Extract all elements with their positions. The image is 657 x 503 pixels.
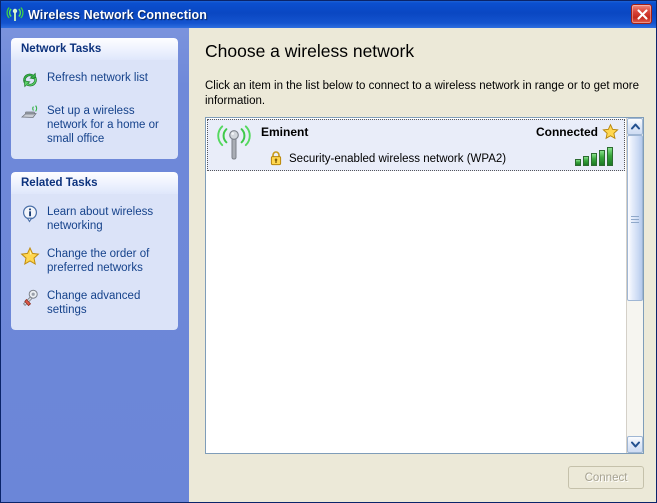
info-icon <box>20 204 40 224</box>
network-list-container: Eminent Connected Security-enabled wirel… <box>205 117 644 454</box>
window-title: Wireless Network Connection <box>28 7 208 22</box>
sidebar-item-change-order-of-preferred-networks[interactable]: Change the order of preferred networks <box>20 245 170 275</box>
close-icon <box>637 9 648 20</box>
sidebar-item-refresh-network-list[interactable]: Refresh network list <box>20 69 170 90</box>
panel-header-network-tasks: Network Tasks <box>11 38 178 60</box>
sidebar-item-label: Change advanced settings <box>47 290 141 316</box>
wireless-antenna-icon <box>213 123 255 165</box>
panel-related-tasks: Related Tasks Learn about wireless netwo… <box>11 172 178 330</box>
chevron-down-icon <box>631 441 640 448</box>
tools-icon <box>20 288 40 308</box>
network-list-item[interactable]: Eminent Connected Security-enabled wirel… <box>207 119 625 171</box>
star-icon <box>602 123 619 140</box>
panel-header-related-tasks: Related Tasks <box>11 172 178 194</box>
window-body: Network Tasks Refresh network list Set u… <box>1 28 656 502</box>
close-button[interactable] <box>631 4 652 24</box>
network-item-security-row: Security-enabled wireless network (WPA2) <box>261 146 619 166</box>
network-list-scrollbar[interactable] <box>626 118 643 453</box>
star-icon <box>20 246 40 266</box>
sidebar-item-set-up-wireless-network[interactable]: Set up a wireless network for a home or … <box>20 102 170 146</box>
network-item-header: Eminent Connected <box>261 123 619 140</box>
scrollbar-track[interactable] <box>627 135 643 436</box>
main-content: Choose a wireless network Click an item … <box>189 28 656 502</box>
panel-network-tasks: Network Tasks Refresh network list Set u… <box>11 38 178 159</box>
sidebar-item-label: Change the order of preferred networks <box>47 248 150 274</box>
sidebar: Network Tasks Refresh network list Set u… <box>1 28 189 502</box>
scroll-up-button[interactable] <box>627 118 643 135</box>
panel-body-related-tasks: Learn about wireless networking Change t… <box>11 194 178 330</box>
network-security-label: Security-enabled wireless network (WPA2) <box>289 153 507 165</box>
dialog-footer: Connect <box>205 454 644 492</box>
scrollbar-thumb[interactable] <box>627 135 643 301</box>
sidebar-item-label: Learn about wireless networking <box>47 206 154 232</box>
chevron-up-icon <box>631 123 640 130</box>
wireless-device-icon <box>20 103 40 123</box>
wireless-signal-icon <box>6 6 24 24</box>
network-ssid: Eminent <box>261 124 309 139</box>
page-title: Choose a wireless network <box>205 41 415 61</box>
sidebar-item-learn-about-wireless-networking[interactable]: Learn about wireless networking <box>20 203 170 233</box>
lock-icon <box>268 150 284 166</box>
sidebar-item-change-advanced-settings[interactable]: Change advanced settings <box>20 287 170 317</box>
network-list[interactable]: Eminent Connected Security-enabled wirel… <box>206 118 626 453</box>
wireless-network-connection-window: Wireless Network Connection Network Task… <box>0 0 657 503</box>
connect-button[interactable]: Connect <box>568 466 644 489</box>
scroll-down-button[interactable] <box>627 436 643 453</box>
panel-body-network-tasks: Refresh network list Set up a wireless n… <box>11 60 178 159</box>
scrollbar-grip <box>631 214 639 225</box>
signal-strength-indicator <box>575 146 619 166</box>
network-status: Connected <box>535 124 598 139</box>
refresh-icon <box>20 70 40 90</box>
sidebar-item-label: Refresh network list <box>47 72 148 84</box>
network-item-details: Eminent Connected Security-enabled wirel… <box>261 123 619 166</box>
title-bar: Wireless Network Connection <box>1 1 656 28</box>
instructions-text: Click an item in the list below to conne… <box>205 80 640 107</box>
sidebar-item-label: Set up a wireless network for a home or … <box>47 105 159 145</box>
